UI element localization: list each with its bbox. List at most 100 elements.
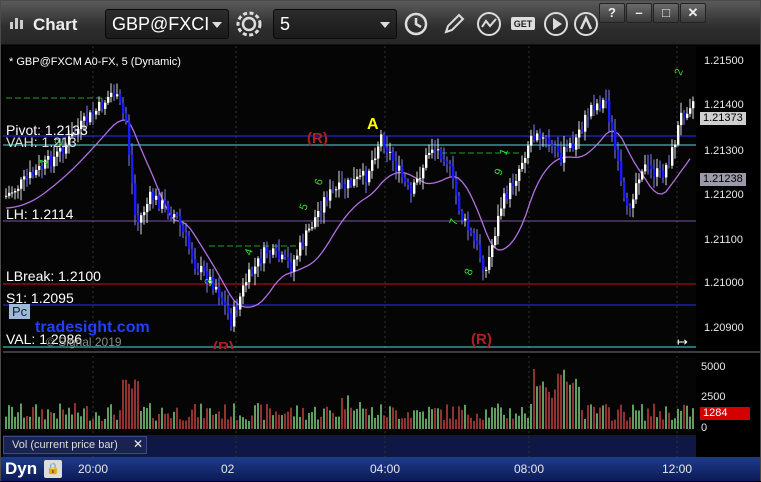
- candle-body: [170, 214, 173, 218]
- close-icon[interactable]: ✕: [680, 3, 706, 23]
- candle-body: [602, 99, 605, 109]
- minimize-icon[interactable]: –: [626, 3, 652, 23]
- candle-body: [563, 146, 566, 163]
- pencil-icon[interactable]: [439, 9, 469, 39]
- candle-body: [383, 134, 386, 149]
- candle-body: [530, 135, 533, 146]
- candle-body: [665, 164, 668, 178]
- price-tick-label: 1.21000: [704, 277, 744, 289]
- candle-body: [554, 145, 557, 147]
- candle-body: [17, 188, 20, 192]
- candle-body: [350, 179, 353, 186]
- candle-body: [533, 135, 536, 141]
- candle-body: [542, 137, 545, 139]
- candle-body: [407, 182, 410, 186]
- candle-body: [329, 189, 332, 201]
- candle-body: [158, 195, 161, 209]
- candle-body: [56, 151, 59, 157]
- candle-body: [197, 268, 200, 273]
- indicator-icon[interactable]: [474, 9, 504, 39]
- maximize-icon[interactable]: □: [653, 3, 679, 23]
- chart-app-icon: [10, 18, 23, 29]
- candle-body: [566, 146, 569, 148]
- candle-body: [518, 168, 521, 181]
- interval-dropdown[interactable]: 5: [273, 9, 397, 39]
- candle-body: [365, 170, 368, 183]
- help-icon[interactable]: ?: [599, 3, 625, 23]
- candle-body: [560, 152, 563, 163]
- candle-body: [539, 133, 542, 139]
- candle-body: [587, 114, 590, 117]
- candle-body: [359, 175, 362, 177]
- close-icon[interactable]: ✕: [133, 437, 143, 451]
- volume-value-tag: 1284: [700, 407, 750, 420]
- symbol-dropdown[interactable]: GBP@FXCI: [105, 9, 229, 39]
- candle-body: [410, 185, 413, 194]
- candle-body: [674, 144, 677, 148]
- candle-body: [374, 158, 377, 161]
- candle-body: [98, 101, 101, 111]
- price-tick-label: 1.21200: [704, 189, 744, 201]
- candle-body: [401, 165, 404, 178]
- candle-body: [179, 216, 182, 226]
- play-icon[interactable]: [541, 9, 571, 39]
- candle-body: [323, 197, 326, 213]
- gear-icon[interactable]: [234, 9, 264, 39]
- pc-badge: Pc: [9, 304, 31, 319]
- scroll-right-icon[interactable]: ↦: [677, 334, 688, 350]
- candle-body: [557, 145, 560, 153]
- get-icon[interactable]: GET: [508, 9, 538, 39]
- candle-body: [155, 195, 158, 200]
- chart-plot-area[interactable]: 12345678912: [1, 46, 761, 482]
- candle-body: [395, 160, 398, 171]
- candle-body: [107, 96, 110, 103]
- candle-body: [470, 230, 473, 234]
- candle-body: [113, 92, 116, 97]
- candle-body: [449, 164, 452, 167]
- interval-value: 5: [280, 14, 291, 34]
- alert-icon[interactable]: [571, 9, 601, 39]
- candle-body: [335, 189, 338, 191]
- candle-body: [461, 211, 464, 221]
- candle-body: [137, 215, 140, 223]
- candle-body: [305, 230, 308, 246]
- candle-body: [479, 244, 482, 259]
- candle-body: [116, 94, 119, 97]
- candle-body: [425, 154, 428, 168]
- price-tick-label: 1.21400: [704, 99, 744, 111]
- candle-body: [581, 129, 584, 132]
- candle-body: [467, 218, 470, 231]
- candle-body: [326, 197, 329, 201]
- clock-icon[interactable]: [401, 9, 431, 39]
- candle-body: [692, 101, 695, 109]
- candle-body: [386, 148, 389, 153]
- candle-body: [500, 208, 503, 216]
- marker-a: A: [367, 116, 379, 133]
- candle-body: [590, 105, 593, 117]
- candle-body: [146, 204, 149, 213]
- time-tick-label: 02: [221, 462, 235, 476]
- marker-r: (R): [471, 331, 492, 348]
- candle-body: [344, 184, 347, 189]
- candle-body: [497, 215, 500, 237]
- candle-body: [338, 182, 341, 190]
- candle-body: [431, 149, 434, 153]
- candle-body: [503, 193, 506, 209]
- candle-body: [521, 162, 524, 169]
- candle-body: [287, 256, 290, 262]
- candle-body: [680, 112, 683, 126]
- candle-body: [38, 165, 41, 170]
- candle-body: [194, 259, 197, 269]
- candle-body: [626, 197, 629, 206]
- candle-body: [491, 245, 494, 258]
- candle-body: [269, 253, 272, 255]
- candle-body: [608, 100, 611, 123]
- lock-icon[interactable]: 🔒: [44, 460, 62, 478]
- candle-body: [134, 183, 137, 216]
- candle-body: [314, 217, 317, 228]
- candle-body: [380, 134, 383, 147]
- candle-body: [686, 113, 689, 118]
- candle-body: [266, 247, 269, 254]
- candle-body: [257, 258, 260, 267]
- candle-body: [551, 144, 554, 146]
